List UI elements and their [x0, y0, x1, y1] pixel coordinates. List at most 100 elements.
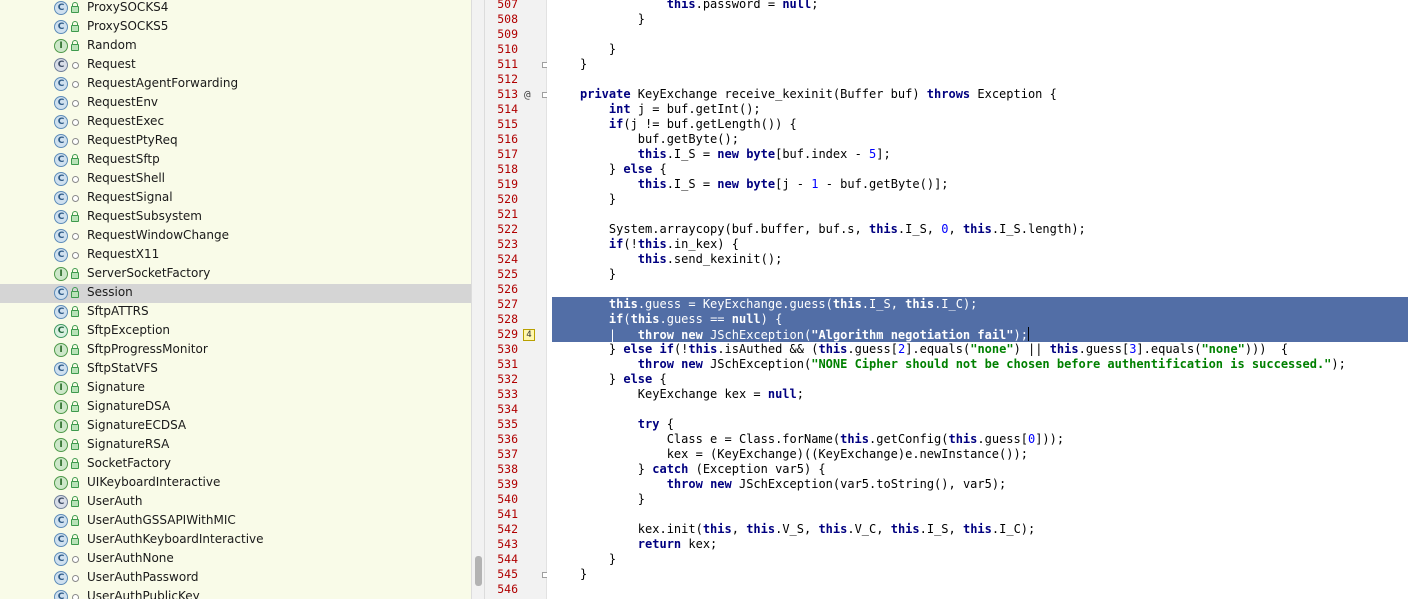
tree-item[interactable]: I SignatureRSA	[0, 436, 471, 455]
code-line[interactable]: }	[580, 492, 645, 507]
tree-item[interactable]: C RequestAgentForwarding	[0, 75, 471, 94]
code-editor[interactable]: this.password = null; } }} private KeyExc…	[547, 0, 1408, 599]
code-line[interactable]: throw new JSchException("NONE Cipher sho…	[580, 357, 1346, 372]
tree-item[interactable]: C RequestWindowChange	[0, 227, 471, 246]
code-line[interactable]: throw new JSchException(var5.toString(),…	[580, 477, 1007, 492]
tree-item[interactable]: C SftpException	[0, 322, 471, 341]
tree-item[interactable]: C UserAuthKeyboardInteractive	[0, 531, 471, 550]
tree-scrollbar[interactable]	[471, 0, 485, 599]
code-line[interactable]: if(this.guess == null) {	[580, 312, 782, 327]
line-number: 512	[497, 72, 518, 86]
tree-item[interactable]: C ProxySOCKS5	[0, 18, 471, 37]
code-line[interactable]: } else {	[580, 162, 667, 177]
tree-item[interactable]: I SignatureDSA	[0, 398, 471, 417]
code-line[interactable]: if(!this.in_kex) {	[580, 237, 739, 252]
class-icon: C	[54, 134, 68, 148]
code-line[interactable]: }	[580, 567, 587, 582]
tree-item[interactable]: I SignatureECDSA	[0, 417, 471, 436]
code-token: this	[962, 522, 992, 536]
public-lock-icon	[71, 40, 79, 51]
code-line[interactable]: }	[580, 552, 616, 567]
line-number: 509	[497, 27, 518, 41]
tree-item[interactable]: I SftpProgressMonitor	[0, 341, 471, 360]
code-line[interactable]: System.arraycopy(buf.buffer, buf.s, this…	[580, 222, 1086, 237]
line-number: 540	[497, 492, 518, 506]
public-lock-icon	[71, 496, 79, 507]
code-token: throw	[666, 477, 703, 491]
code-line[interactable]: this.I_S = new byte[j - 1 - buf.getByte(…	[580, 177, 949, 192]
annotation-badge[interactable]: 4	[523, 329, 535, 341]
tree-item[interactable]: I ServerSocketFactory	[0, 265, 471, 284]
code-line[interactable]: try {	[580, 417, 674, 432]
tree-item[interactable]: C SftpStatVFS	[0, 360, 471, 379]
tree-item[interactable]: C UserAuthNone	[0, 550, 471, 569]
override-marker-icon[interactable]: @	[524, 87, 531, 102]
code-line[interactable]: }	[580, 57, 587, 72]
code-line[interactable]: this.I_S = new byte[buf.index - 5];	[580, 147, 891, 162]
tree-item[interactable]: C RequestSftp	[0, 151, 471, 170]
tree-item[interactable]: C RequestX11	[0, 246, 471, 265]
tree-item[interactable]: I SocketFactory	[0, 455, 471, 474]
tree-item[interactable]: C RequestSignal	[0, 189, 471, 208]
code-token: [buf.index -	[775, 147, 870, 161]
tree-item[interactable]: C RequestEnv	[0, 94, 471, 113]
code-line[interactable]: }	[580, 12, 645, 27]
tree-item[interactable]: C UserAuthGSSAPIWithMIC	[0, 512, 471, 531]
tree-item[interactable]: C RequestShell	[0, 170, 471, 189]
tree-item-label: RequestX11	[87, 247, 160, 261]
tree-item[interactable]: C SftpATTRS	[0, 303, 471, 322]
tree-item[interactable]: I Signature	[0, 379, 471, 398]
code-line[interactable]: int j = buf.getInt();	[580, 102, 761, 117]
tree-item[interactable]: C UserAuthPassword	[0, 569, 471, 588]
code-token: {	[659, 417, 674, 431]
code-line[interactable]: return kex;	[580, 537, 717, 552]
tree-item[interactable]: I Random	[0, 37, 471, 56]
code-line[interactable]: if(j != buf.getLength()) {	[580, 117, 797, 132]
tree-item-label: ProxySOCKS4	[87, 0, 169, 14]
tree-item[interactable]: C UserAuthPublicKey	[0, 588, 471, 599]
tree-item[interactable]: I UIKeyboardInteractive	[0, 474, 471, 493]
code-line[interactable]: Class e = Class.forName(this.getConfig(t…	[580, 432, 1064, 447]
code-line[interactable]: }	[580, 192, 616, 207]
tree-item[interactable]: C Request	[0, 56, 471, 75]
tree-item[interactable]: C RequestExec	[0, 113, 471, 132]
code-line[interactable]: kex.init(this, this.V_S, this.V_C, this.…	[580, 522, 1035, 537]
code-token: }	[580, 342, 624, 356]
code-token: null	[731, 312, 761, 326]
code-line[interactable]: this.send_kexinit();	[580, 252, 783, 267]
code-line[interactable]: KeyExchange kex = null;	[580, 387, 804, 402]
code-token: int	[608, 102, 631, 116]
tree-item[interactable]: C ProxySOCKS4	[0, 0, 471, 18]
code-line[interactable]: private KeyExchange receive_kexinit(Buff…	[580, 87, 1057, 102]
code-token: else	[623, 342, 653, 356]
code-line[interactable]: this.guess = KeyExchange.guess(this.I_S,…	[580, 297, 978, 312]
line-number: 536	[497, 432, 518, 446]
package-private-icon	[72, 119, 79, 126]
code-line[interactable]: }	[580, 42, 616, 57]
tree-item[interactable]: C RequestPtyReq	[0, 132, 471, 151]
code-token: new	[710, 477, 732, 491]
code-token: catch	[652, 462, 689, 476]
code-line[interactable]: } else if(!this.isAuthed && (this.guess[…	[580, 342, 1288, 357]
tree-item[interactable]: C RequestSubsystem	[0, 208, 471, 227]
tree-item[interactable]: C Session	[0, 284, 471, 303]
code-line[interactable]: } catch (Exception var5) {	[580, 462, 826, 477]
tree-scrollbar-thumb[interactable]	[475, 556, 482, 586]
tree-item-label: RequestShell	[87, 171, 166, 185]
code-line[interactable]: } else {	[580, 372, 667, 387]
code-line[interactable]: buf.getByte();	[580, 132, 739, 147]
code-token: }	[580, 492, 646, 506]
line-number: 532	[497, 372, 518, 386]
package-private-icon	[72, 176, 79, 183]
code-line[interactable]: }	[580, 267, 616, 282]
line-number: 531	[497, 357, 518, 371]
code-line[interactable]: kex = (KeyExchange)((KeyExchange)e.newIn…	[580, 447, 1028, 462]
tree-item[interactable]: C UserAuth	[0, 493, 471, 512]
code-line[interactable]: this.password = null;	[580, 0, 819, 12]
code-line[interactable]: | throw new JSchException("Algorithm neg…	[580, 327, 1029, 342]
package-private-icon	[72, 594, 79, 599]
